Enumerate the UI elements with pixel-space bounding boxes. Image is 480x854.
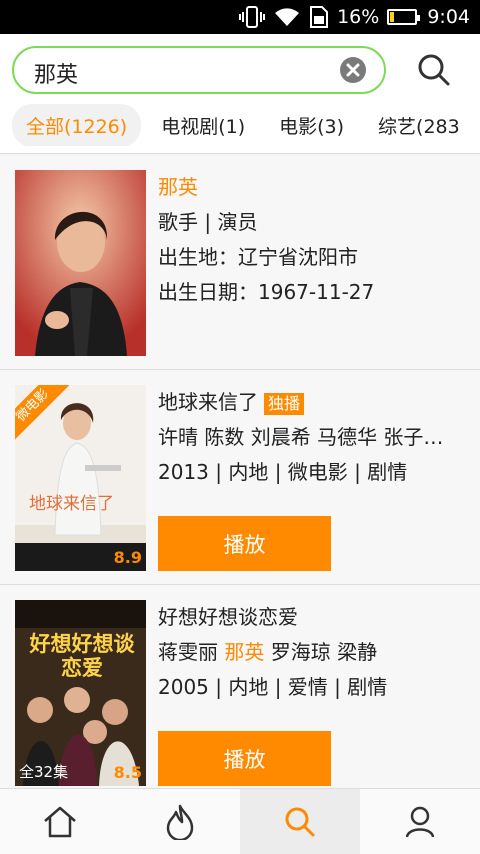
home-icon	[44, 806, 76, 837]
poster-title: 地球来信了	[29, 494, 114, 514]
category-tabs: 全部(1226) 电视剧(1) 电影(3) 综艺(283	[0, 104, 480, 146]
search-icon[interactable]	[416, 52, 452, 88]
play-button[interactable]: 播放	[158, 516, 331, 571]
tab-movie[interactable]: 电影(3)	[265, 104, 358, 146]
video-meta: 2005 | 内地 | 爱情 | 剧情	[158, 675, 388, 699]
rating: 8.5	[113, 763, 142, 782]
clear-search-button[interactable]	[340, 57, 366, 83]
video-result[interactable]: 微电影 地球来信了 8.9 地球来信了 独播 许晴 陈数 刘晨希 马德华 张子… …	[0, 370, 480, 585]
clock: 9:04	[427, 6, 470, 28]
sim-card-icon	[309, 5, 329, 29]
bottom-nav	[0, 788, 480, 854]
user-icon	[405, 806, 435, 837]
poster-title: 好想好想谈恋爱	[29, 632, 135, 680]
video-meta: 2013 | 内地 | 微电影 | 剧情	[158, 460, 408, 484]
video-title-line[interactable]: 地球来信了 独播	[158, 385, 470, 420]
cast-highlight: 那英	[224, 640, 265, 664]
nav-hot[interactable]	[120, 789, 240, 854]
tab-tv-series[interactable]: 电视剧(1)	[147, 104, 259, 146]
rating: 8.9	[113, 548, 142, 567]
status-bar: 16% 9:04	[0, 0, 480, 34]
person-birthday: 出生日期：1967-11-27	[158, 280, 375, 304]
search-results-list[interactable]: 那英 歌手 | 演员 出生地：辽宁省沈阳市 出生日期：1967-11-27 微电…	[0, 155, 480, 788]
search-header: 那英 全部(1226) 电视剧(1) 电影(3) 综艺(283	[0, 34, 480, 154]
flame-icon	[166, 804, 194, 840]
video-title[interactable]: 好想好想谈恋爱	[158, 600, 470, 635]
search-query-text: 那英	[34, 63, 79, 88]
cast-names: 蒋雯丽	[158, 640, 225, 664]
search-input[interactable]: 那英	[12, 46, 386, 94]
play-button[interactable]: 播放	[158, 731, 331, 786]
close-icon	[346, 63, 360, 77]
wifi-icon	[273, 6, 301, 28]
battery-percent: 16%	[337, 6, 380, 28]
vibrate-icon	[239, 6, 266, 28]
video-poster[interactable]: 好想好想谈恋爱 全32集 8.5	[15, 600, 146, 786]
video-title: 地球来信了	[158, 390, 258, 414]
video-result[interactable]: 好想好想谈恋爱 全32集 8.5 好想好想谈恋爱 蒋雯丽 那英 罗海琼 梁静 2…	[0, 585, 480, 788]
nav-profile[interactable]	[360, 789, 480, 854]
episode-count: 全32集	[19, 763, 69, 781]
tab-all[interactable]: 全部(1226)	[12, 104, 142, 146]
video-poster[interactable]: 微电影 地球来信了 8.9	[15, 385, 146, 571]
person-name[interactable]: 那英	[158, 170, 470, 205]
person-result[interactable]: 那英 歌手 | 演员 出生地：辽宁省沈阳市 出生日期：1967-11-27	[0, 155, 480, 370]
nav-home[interactable]	[0, 789, 120, 854]
person-birthplace: 出生地：辽宁省沈阳市	[158, 245, 358, 269]
battery-icon	[387, 9, 421, 25]
person-role: 歌手 | 演员	[158, 210, 258, 234]
video-cast: 蒋雯丽 那英 罗海琼 梁静	[158, 635, 470, 670]
person-photo[interactable]	[15, 170, 146, 356]
tab-variety[interactable]: 综艺(283	[364, 104, 474, 146]
search-icon	[285, 807, 315, 836]
exclusive-badge: 独播	[264, 392, 305, 415]
cast-names: 罗海琼 梁静	[264, 640, 378, 664]
video-cast: 许晴 陈数 刘晨希 马德华 张子…	[158, 425, 444, 449]
nav-search[interactable]	[240, 789, 360, 854]
